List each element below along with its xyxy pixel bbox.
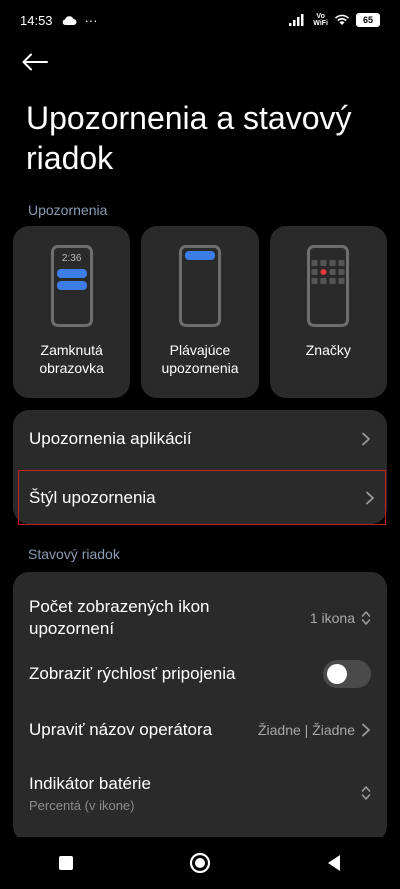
status-time: 14:53 xyxy=(20,12,53,28)
back-button[interactable] xyxy=(22,44,62,80)
row-carrier-name[interactable]: Upraviť názov operátora Žiadne | Žiadne xyxy=(13,710,387,750)
chevron-up-down-icon xyxy=(361,786,371,800)
row-notification-style[interactable]: Štýl upozornenia xyxy=(18,470,386,525)
row-title: Upozornenia aplikácií xyxy=(29,428,192,448)
system-navigation-bar xyxy=(0,837,400,889)
floating-notification-preview-icon xyxy=(178,245,221,327)
more-notifications-icon: ··· xyxy=(84,12,98,28)
chevron-up-down-icon xyxy=(361,611,371,625)
card-label: Plávajúce upozornenia xyxy=(161,342,239,376)
row-text: Indikátor batérie Percentá (v ikone) xyxy=(29,773,151,813)
row-title: Upraviť názov operátora xyxy=(29,720,213,739)
row-title: Zobraziť rýchlosť pripojenia xyxy=(29,664,236,683)
notifications-settings-group: Upozornenia aplikácií Štýl upozornenia xyxy=(13,410,387,525)
recents-button[interactable] xyxy=(58,855,74,871)
status-bar: 14:53 ··· Vo WiFi 65 xyxy=(0,0,400,40)
card-label: Značky xyxy=(305,342,351,358)
card-lock-screen[interactable]: 2:36 Zamknutá obrazovka xyxy=(13,226,131,398)
card-badges[interactable]: Značky xyxy=(269,226,387,398)
row-subtitle: Percentá (v ikone) xyxy=(29,798,135,813)
cloud-icon xyxy=(62,15,77,25)
home-button[interactable] xyxy=(189,852,211,874)
page-title: Upozornenia a stavový riadok xyxy=(26,100,352,176)
row-connection-speed[interactable]: Zobraziť rýchlosť pripojenia xyxy=(13,654,387,694)
notification-style-cards: 2:36 Zamknutá obrazovka Plávajúce upozor… xyxy=(13,226,387,398)
chevron-right-icon xyxy=(362,723,370,737)
row-battery-indicator[interactable]: Indikátor batérie Percentá (v ikone) xyxy=(13,768,387,818)
section-header-status-bar: Stavový riadok xyxy=(28,546,120,562)
status-bar-settings-group: Počet zobrazených ikon upozornení 1 ikon… xyxy=(13,572,387,842)
connection-speed-toggle[interactable] xyxy=(323,660,371,688)
row-title: Štýl upozornenia xyxy=(29,487,156,507)
row-app-notifications[interactable]: Upozornenia aplikácií xyxy=(13,410,387,467)
back-nav-button[interactable] xyxy=(326,854,342,872)
chevron-right-icon xyxy=(366,491,374,504)
card-floating-notifications[interactable]: Plávajúce upozornenia xyxy=(141,226,259,398)
lock-screen-preview-icon: 2:36 xyxy=(50,245,93,327)
row-title: Indikátor batérie xyxy=(29,774,151,793)
value-text: Žiadne | Žiadne xyxy=(257,722,355,738)
status-bar-left: 14:53 ··· xyxy=(20,13,98,28)
row-icon-count[interactable]: Počet zobrazených ikon upozornení 1 ikon… xyxy=(13,582,387,654)
status-bar-right: Vo WiFi 65 xyxy=(289,13,380,27)
row-value: Žiadne | Žiadne xyxy=(258,722,371,738)
value-text: 1 ikona xyxy=(309,610,355,626)
card-label: Zamknutá obrazovka xyxy=(39,342,104,376)
preview-notification-bar xyxy=(184,251,215,260)
row-title: Počet zobrazených ikon upozornení xyxy=(29,597,210,638)
badge-dot-icon xyxy=(320,269,327,275)
badges-preview-icon xyxy=(307,245,350,327)
section-header-notifications: Upozornenia xyxy=(28,202,108,218)
vowifi-icon: Vo WiFi xyxy=(313,13,328,27)
app-icon-grid xyxy=(311,260,345,284)
row-value: 1 ikona xyxy=(310,610,371,626)
signal-icon xyxy=(289,14,304,26)
battery-icon: 65 xyxy=(356,13,380,27)
toggle-knob xyxy=(327,664,347,684)
arrow-left-icon xyxy=(22,53,48,71)
preview-time: 2:36 xyxy=(61,253,82,264)
wifi-icon xyxy=(334,14,350,25)
chevron-right-icon xyxy=(362,432,370,445)
preview-notification-bar xyxy=(56,281,87,290)
preview-notification-bar xyxy=(56,269,87,278)
